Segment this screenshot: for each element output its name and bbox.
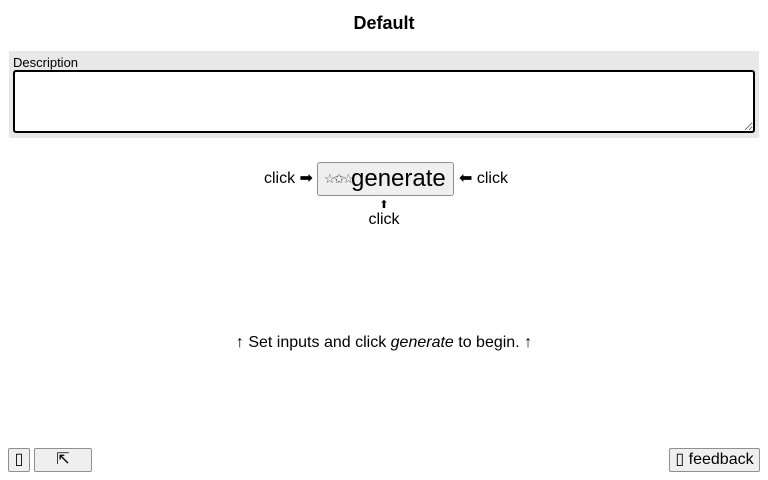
click-hint-below-text: click xyxy=(368,211,400,228)
click-hint-right: ⬅ click xyxy=(459,170,508,187)
hint-suffix: to begin. ↑ xyxy=(453,334,533,351)
generate-button[interactable]: ☆✩☆ generate xyxy=(317,162,454,196)
fullscreen-icon: ⇱ xyxy=(56,451,70,468)
feedback-button[interactable]: ▯ feedback xyxy=(669,448,760,472)
hint-emphasis: generate xyxy=(390,334,454,351)
menu-button[interactable]: ▯ xyxy=(8,448,30,472)
fullscreen-button[interactable]: ⇱ xyxy=(34,448,92,472)
feedback-button-label: ▯ feedback xyxy=(675,451,754,468)
page-title: Default xyxy=(353,13,415,33)
menu-icon: ▯ xyxy=(14,451,24,468)
generate-button-label: generate xyxy=(351,165,446,192)
click-hint-below: ⬆ click xyxy=(0,199,768,229)
up-arrow-icon: ⬆ xyxy=(379,199,389,211)
stars-icon: ☆✩☆ xyxy=(324,171,354,186)
hint-prefix: ↑ Set inputs and click xyxy=(235,334,391,351)
description-input[interactable] xyxy=(13,70,755,133)
app-page: Default Description click ➡ ☆✩☆ generate… xyxy=(0,0,768,480)
description-label: Description xyxy=(13,55,79,70)
generate-row: click ➡ ☆✩☆ generate ⬅ click xyxy=(0,162,768,196)
output-placeholder-hint: ↑ Set inputs and click generate to begin… xyxy=(0,334,768,352)
description-panel: Description xyxy=(9,51,759,138)
click-hint-left: click ➡ xyxy=(264,170,313,187)
